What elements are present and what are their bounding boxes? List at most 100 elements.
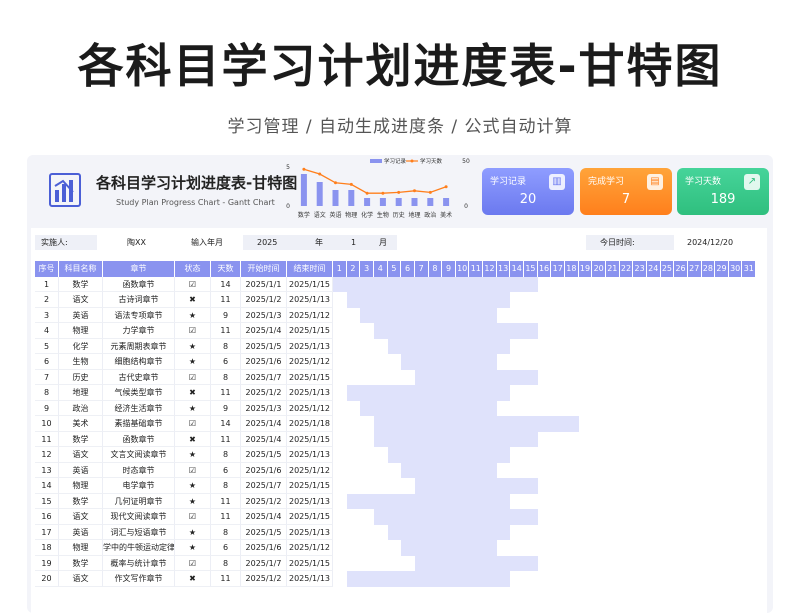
table-row: 2 语文 古诗词章节 ✖ 11 2025/1/2 2025/1/13 bbox=[35, 292, 756, 308]
cell-start: 2025/1/2 bbox=[241, 493, 287, 509]
chart-bar bbox=[332, 190, 339, 206]
table-row: 4 物理 力学章节 ☑ 11 2025/1/4 2025/1/15 bbox=[35, 323, 756, 339]
header-day: 31 bbox=[743, 261, 757, 277]
cell-status[interactable]: ✖ bbox=[175, 571, 211, 587]
chart-bar bbox=[411, 198, 418, 206]
month-input[interactable]: 1 bbox=[335, 235, 371, 250]
header-day: 4 bbox=[374, 261, 388, 277]
header-day: 24 bbox=[647, 261, 661, 277]
cell-status[interactable]: ☑ bbox=[175, 555, 211, 571]
cell-subject: 物理 bbox=[59, 540, 103, 556]
cell-days: 8 bbox=[211, 369, 241, 385]
cell-no: 16 bbox=[35, 509, 59, 525]
cell-chapter: 函数章节 bbox=[103, 431, 175, 447]
cell-end: 2025/1/13 bbox=[287, 292, 333, 308]
cell-start: 2025/1/4 bbox=[241, 416, 287, 432]
header-day: 7 bbox=[415, 261, 429, 277]
cell-status[interactable]: ★ bbox=[175, 524, 211, 540]
card-label: 学习记录 bbox=[490, 177, 527, 187]
cell-status[interactable]: ☑ bbox=[175, 369, 211, 385]
cell-chapter: 时态章节 bbox=[103, 462, 175, 478]
table-row: 6 生物 细胞结构章节 ★ 6 2025/1/6 2025/1/12 bbox=[35, 354, 756, 370]
cell-status[interactable]: ★ bbox=[175, 354, 211, 370]
cell-status[interactable]: ★ bbox=[175, 400, 211, 416]
cell-days: 14 bbox=[211, 416, 241, 432]
gantt-bar bbox=[346, 493, 511, 509]
cell-start: 2025/1/7 bbox=[241, 478, 287, 494]
table-row: 16 语文 现代文阅读章节 ☑ 11 2025/1/4 2025/1/15 bbox=[35, 509, 756, 525]
header-col-subject: 科目名称 bbox=[59, 261, 103, 277]
cell-status[interactable]: ★ bbox=[175, 540, 211, 556]
cell-days: 8 bbox=[211, 555, 241, 571]
table-header-row: 序号 科目名称 章节 状态 天数 开始时间 结束时间 1 2 3 4 5 6 7 8 9 10 11 12 13 14 1… bbox=[35, 261, 757, 277]
gantt-bar bbox=[333, 276, 538, 292]
table-row: 8 地理 气候类型章节 ✖ 11 2025/1/2 2025/1/13 bbox=[35, 385, 756, 401]
gantt-bar bbox=[401, 462, 497, 478]
cell-status[interactable]: ★ bbox=[175, 493, 211, 509]
cell-status[interactable]: ★ bbox=[175, 338, 211, 354]
card-value: 20 bbox=[519, 192, 537, 207]
legend-swatch bbox=[370, 159, 382, 163]
gantt-bar bbox=[373, 323, 538, 339]
cell-status[interactable]: ☑ bbox=[175, 462, 211, 478]
x-tick-label: 政治 bbox=[424, 211, 436, 219]
x-tick-label: 历史 bbox=[393, 211, 405, 219]
cell-status[interactable]: ★ bbox=[175, 307, 211, 323]
cell-start: 2025/1/2 bbox=[241, 571, 287, 587]
header-day: 16 bbox=[538, 261, 552, 277]
header-day: 14 bbox=[510, 261, 525, 277]
cell-no: 15 bbox=[35, 493, 59, 509]
cell-days: 9 bbox=[211, 400, 241, 416]
cell-status[interactable]: ★ bbox=[175, 478, 211, 494]
cell-subject: 语文 bbox=[59, 292, 103, 308]
cell-no: 10 bbox=[35, 416, 59, 432]
table-row: 10 美术 素描基础章节 ☑ 14 2025/1/4 2025/1/18 bbox=[35, 416, 756, 432]
cell-status[interactable]: ✖ bbox=[175, 431, 211, 447]
cell-subject: 数学 bbox=[59, 555, 103, 571]
cell-no: 4 bbox=[35, 323, 59, 339]
cell-start: 2025/1/4 bbox=[241, 431, 287, 447]
x-tick-label: 生物 bbox=[377, 211, 389, 219]
cell-end: 2025/1/12 bbox=[287, 462, 333, 478]
cell-days: 6 bbox=[211, 354, 241, 370]
x-tick-label: 美术 bbox=[440, 211, 452, 219]
cell-subject: 英语 bbox=[59, 462, 103, 478]
x-tick-label: 化学 bbox=[361, 211, 373, 219]
chart-bar bbox=[364, 198, 371, 206]
header-day: 2 bbox=[347, 261, 361, 277]
cell-no: 9 bbox=[35, 400, 59, 416]
cell-status[interactable]: ★ bbox=[175, 447, 211, 463]
cell-start: 2025/1/4 bbox=[241, 509, 287, 525]
card-study-records: 学习记录 ▥ 20 bbox=[482, 168, 574, 215]
cell-days: 11 bbox=[211, 509, 241, 525]
cell-days: 8 bbox=[211, 478, 241, 494]
header-day: 15 bbox=[524, 261, 538, 277]
cell-no: 7 bbox=[35, 369, 59, 385]
cell-days: 9 bbox=[211, 307, 241, 323]
x-tick-label: 地理 bbox=[408, 211, 420, 219]
cell-status[interactable]: ✖ bbox=[175, 292, 211, 308]
header-day: 28 bbox=[702, 261, 716, 277]
cell-no: 1 bbox=[35, 276, 59, 292]
cell-no: 19 bbox=[35, 555, 59, 571]
chart-bar bbox=[443, 198, 450, 206]
cell-subject: 美术 bbox=[59, 416, 103, 432]
legend-label: 学习天数 bbox=[420, 157, 443, 165]
cell-status[interactable]: ☑ bbox=[175, 509, 211, 525]
cell-start: 2025/1/5 bbox=[241, 338, 287, 354]
implementer-value[interactable]: 陶XX bbox=[127, 235, 167, 250]
chart-point bbox=[444, 185, 448, 189]
cell-subject: 化学 bbox=[59, 338, 103, 354]
cell-end: 2025/1/13 bbox=[287, 447, 333, 463]
cell-end: 2025/1/15 bbox=[287, 478, 333, 494]
cell-chapter: 作文写作章节 bbox=[103, 571, 175, 587]
cell-status[interactable]: ☑ bbox=[175, 416, 211, 432]
cell-days: 8 bbox=[211, 524, 241, 540]
cell-status[interactable]: ✖ bbox=[175, 385, 211, 401]
cell-status[interactable]: ☑ bbox=[175, 276, 211, 292]
x-tick-label: 物理 bbox=[345, 211, 357, 219]
year-input[interactable]: 2025 bbox=[243, 235, 295, 250]
cell-start: 2025/1/6 bbox=[241, 354, 287, 370]
cell-start: 2025/1/5 bbox=[241, 447, 287, 463]
cell-status[interactable]: ☑ bbox=[175, 323, 211, 339]
